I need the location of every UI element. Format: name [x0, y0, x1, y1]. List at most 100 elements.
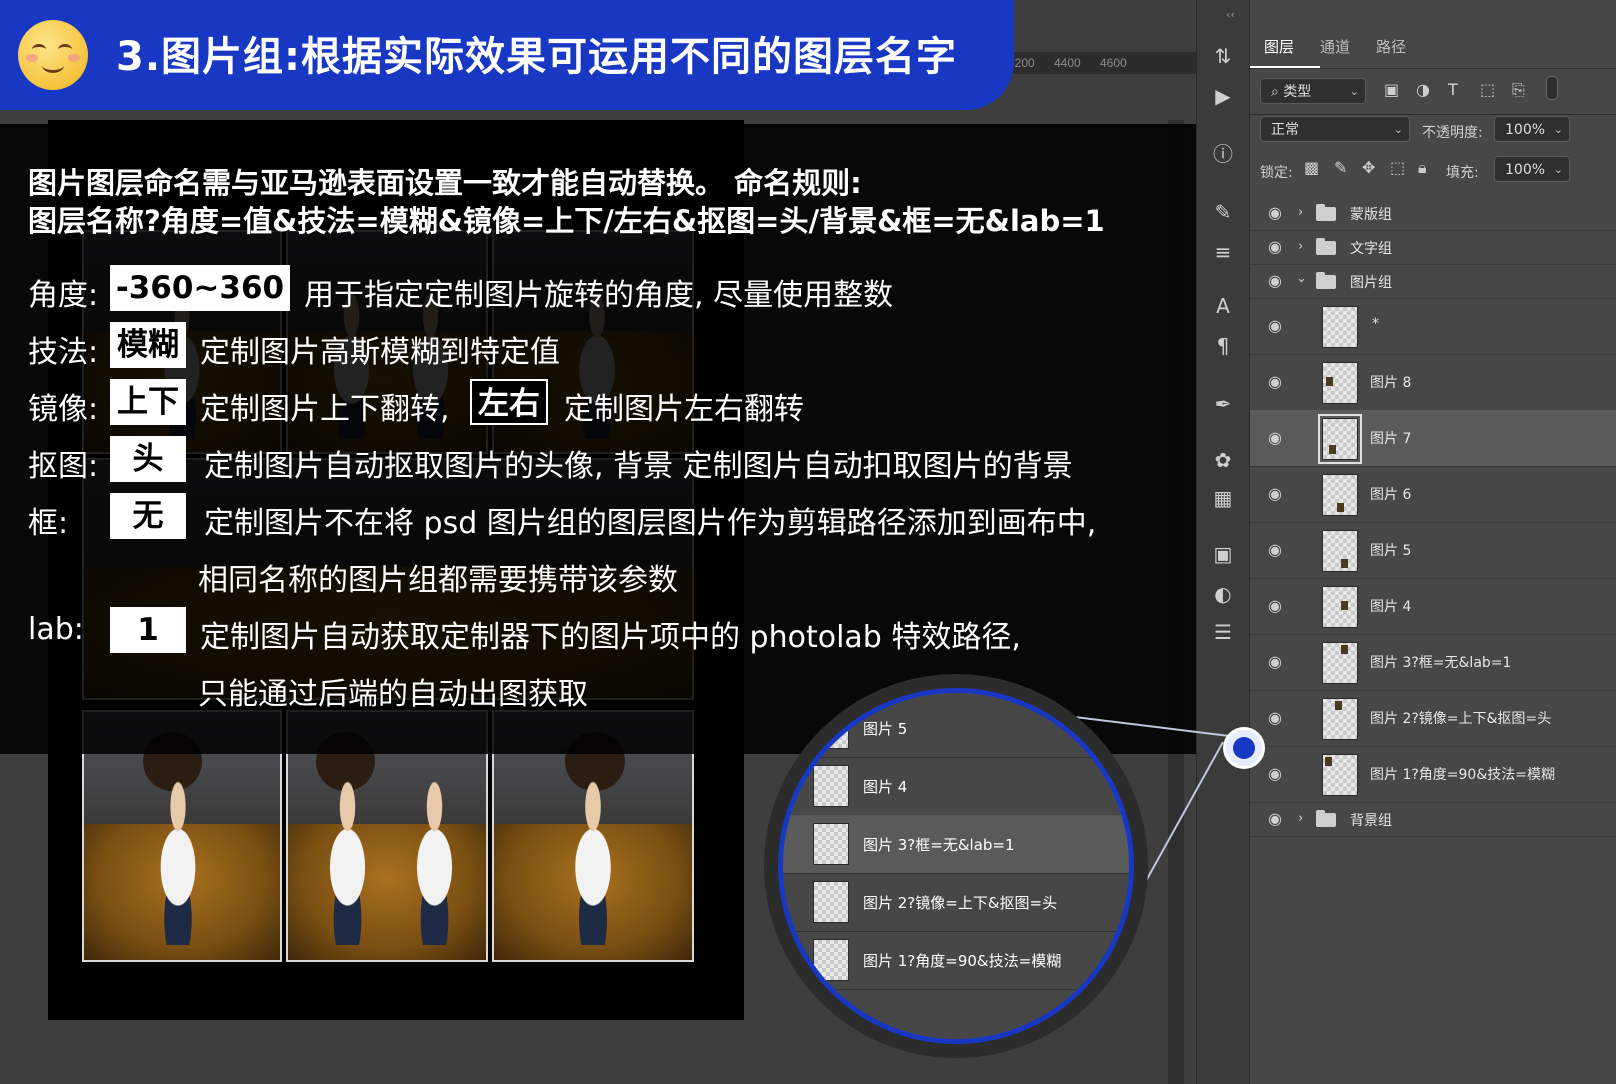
adjustment-filter-icon[interactable]: ◑ — [1416, 80, 1430, 99]
panel-tabs: 图层 通道 路径 — [1250, 22, 1616, 69]
callout-anchor-dot — [1226, 730, 1262, 766]
intro-line-2: 图层名称?角度=值&技法=模糊&镜像=上下/左右&抠图=头/背景&框=无&lab… — [28, 204, 1105, 238]
swatches-icon[interactable]: ▦ — [1211, 486, 1235, 510]
eye-icon[interactable]: ◉ — [1268, 708, 1282, 727]
rule-chip-frame: 无 — [110, 493, 186, 539]
lock-all-icon[interactable]: 🔒︎ — [1418, 158, 1427, 178]
layer-thumbnail — [813, 823, 849, 865]
libraries-icon[interactable]: ▣ — [1211, 542, 1235, 566]
lock-transparent-icon[interactable]: ▩ — [1304, 158, 1319, 177]
lock-artboard-icon[interactable]: ⬚ — [1390, 158, 1405, 177]
tab-paths[interactable]: 路径 — [1376, 36, 1406, 57]
eye-icon[interactable]: ◉ — [1268, 316, 1282, 335]
layer-thumbnail — [1322, 474, 1358, 516]
chevron-right-icon[interactable]: › — [1298, 811, 1303, 826]
eye-icon[interactable]: ◉ — [1268, 540, 1282, 559]
eye-icon[interactable]: ◉ — [1268, 652, 1282, 671]
play-actions-icon[interactable]: ▶ — [1211, 84, 1235, 108]
rule-label-technique: 技法: — [28, 335, 99, 370]
rule-chip-cutout: 头 — [110, 436, 186, 482]
eye-icon[interactable]: ◉ — [1268, 484, 1282, 503]
banner-title: 3.图片组:根据实际效果可运用不同的图层名字 — [116, 34, 958, 80]
history-icon[interactable]: ⇅ — [1211, 44, 1235, 68]
rule-chip-mirror-vertical: 上下 — [110, 379, 186, 425]
layer-group-images[interactable]: ◉ ⌄ 图片组 — [1250, 264, 1616, 299]
layer-thumbnail — [1322, 642, 1358, 684]
rule-desc-cutout: 定制图片自动抠取图片的头像, 背景 定制图片自动扣取图片的背景 — [204, 449, 1073, 484]
layer-thumbnail — [813, 939, 849, 981]
paragraph-icon[interactable]: ¶ — [1211, 334, 1235, 358]
eye-icon[interactable]: ◉ — [1268, 271, 1282, 290]
image-filter-icon[interactable]: ▣ — [1384, 80, 1399, 99]
chevron-down-icon: ⌄ — [1553, 163, 1563, 176]
layer-group-mask[interactable]: ◉ › 蒙版组 — [1250, 196, 1616, 231]
brush-settings-icon[interactable]: ✎ — [1211, 200, 1235, 224]
zoomed-layer-row: 图片 4 — [783, 757, 1129, 816]
fill-input[interactable]: 100% ⌄ — [1494, 156, 1570, 182]
shape-filter-icon[interactable]: ⬚ — [1480, 80, 1495, 99]
zoomed-layer-row: 图片 5 — [783, 699, 1129, 758]
layer-thumbnail — [1322, 698, 1358, 740]
adjustments-icon[interactable]: ◐ — [1211, 582, 1235, 606]
eye-icon[interactable]: ◉ — [1268, 596, 1282, 615]
intro-line-1: 图片图层命名需与亚马逊表面设置一致才能自动替换。 命名规则: — [28, 166, 862, 200]
lock-position-icon[interactable]: ✥ — [1362, 158, 1375, 177]
smart-object-filter-icon[interactable]: ⎘ — [1512, 80, 1525, 100]
layer-item[interactable]: ◉ 图片 8 — [1250, 354, 1616, 411]
layer-thumbnail — [813, 881, 849, 923]
rule-desc-mirror-vertical: 定制图片上下翻转, — [200, 392, 450, 427]
rule-label-frame: 框: — [28, 506, 69, 541]
layer-group-background[interactable]: ◉ › 背景组 — [1250, 802, 1616, 837]
ruler-tick: 4600 — [1100, 56, 1127, 70]
filter-toggle-switch[interactable] — [1546, 76, 1558, 100]
tab-channels[interactable]: 通道 — [1320, 36, 1350, 57]
layer-item[interactable]: ◉ 图片 4 — [1250, 578, 1616, 635]
eye-icon[interactable]: ◉ — [1268, 809, 1282, 828]
tab-layers[interactable]: 图层 — [1264, 36, 1294, 57]
layer-item[interactable]: ◉ 图片 1?角度=90&技法=模糊 — [1250, 746, 1616, 803]
eye-icon[interactable]: ◉ — [1268, 428, 1282, 447]
ruler-tick: 4400 — [1054, 56, 1081, 70]
folder-open-icon — [1316, 272, 1336, 289]
eye-icon[interactable]: ◉ — [1268, 372, 1282, 391]
smiley-face-icon — [18, 20, 88, 90]
opacity-input[interactable]: 100% ⌄ — [1494, 116, 1570, 142]
rule-desc-lab: 定制图片自动获取定制器下的图片项中的 photolab 特效路径, — [200, 620, 1021, 655]
character-icon[interactable]: A — [1211, 294, 1235, 318]
chevron-down-icon: ⌄ — [1553, 123, 1563, 136]
filter-kind-select[interactable]: ⌕ 类型 ⌄ — [1260, 78, 1366, 104]
layers-panel: 图层 通道 路径 ⌕ 类型 ⌄ ▣ ◑ T ⬚ ⎘ 正常 ⌄ 不透明度: 100… — [1250, 0, 1616, 1084]
horizontal-ruler: 4200 4400 4600 — [1008, 52, 1196, 74]
properties-icon[interactable]: ☰ — [1211, 620, 1235, 644]
layer-item[interactable]: ◉ 图片 5 — [1250, 522, 1616, 579]
eye-icon[interactable]: ◉ — [1268, 237, 1282, 256]
zoomed-layer-row: 图片 1?角度=90&技法=模糊 — [783, 931, 1129, 990]
rule-desc-frame: 定制图片不在将 psd 图片组的图层图片作为剪辑路径添加到画布中, — [204, 506, 1097, 541]
layer-item[interactable]: ◉ 图片 2?镜像=上下&抠图=头 — [1250, 690, 1616, 747]
brushes-icon[interactable]: ≡ — [1211, 240, 1235, 264]
layer-thumbnail — [1322, 306, 1358, 348]
pen-icon[interactable]: ✒ — [1211, 392, 1235, 416]
type-filter-icon[interactable]: T — [1448, 80, 1458, 99]
layer-item-selected[interactable]: ◉ 图片 7 — [1250, 410, 1616, 467]
layer-filter-row: ⌕ 类型 ⌄ ▣ ◑ T ⬚ ⎘ — [1250, 68, 1616, 115]
color-palette-icon[interactable]: ✿ — [1211, 448, 1235, 472]
layer-item[interactable]: ◉ 图片 6 — [1250, 466, 1616, 523]
rule-label-cutout: 抠图: — [28, 449, 99, 484]
layer-group-text[interactable]: ◉ › 文字组 — [1250, 230, 1616, 265]
lock-image-icon[interactable]: ✎ — [1334, 158, 1347, 177]
blend-mode-select[interactable]: 正常 ⌄ — [1260, 116, 1410, 142]
zoom-magnifier: 图片 5 图片 4 图片 3?框=无&lab=1 图片 2?镜像=上下&抠图=头… — [778, 688, 1134, 1044]
chevron-down-icon[interactable]: ⌄ — [1296, 271, 1307, 286]
search-icon: ⌕ — [1271, 84, 1279, 100]
info-icon[interactable]: ⓘ — [1211, 142, 1235, 166]
rule-label-angle: 角度: — [28, 278, 99, 313]
chevron-right-icon[interactable]: › — [1298, 205, 1303, 220]
layer-item[interactable]: ◉ 图片 3?框=无&lab=1 — [1250, 634, 1616, 691]
opacity-label: 不透明度: — [1422, 125, 1483, 141]
eye-icon[interactable]: ◉ — [1268, 203, 1282, 222]
collapse-panels-icon[interactable]: ‹‹ — [1226, 8, 1235, 21]
chevron-right-icon[interactable]: › — [1298, 239, 1303, 254]
layer-item[interactable]: ◉ * — [1250, 298, 1616, 355]
eye-icon[interactable]: ◉ — [1268, 764, 1282, 783]
